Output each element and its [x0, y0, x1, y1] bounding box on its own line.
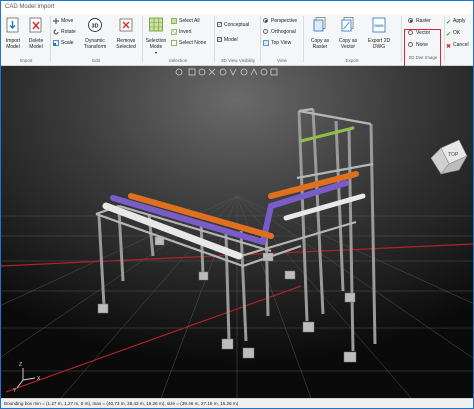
select-all-icon [171, 17, 177, 24]
invert-button[interactable]: Invert [171, 28, 192, 37]
svg-text:DWG: DWG [374, 24, 383, 28]
move-label: Move [61, 18, 74, 24]
orthogonal-label: Orthogonal [271, 29, 296, 35]
separator [444, 16, 445, 62]
remove-selected-button[interactable]: Remove Selected [113, 16, 139, 50]
conceptual-label: Conceptual [224, 22, 250, 28]
separator [142, 16, 143, 62]
perspective-radio-icon [263, 18, 268, 24]
copy-as-raster-label: Copy as Raster [310, 38, 330, 50]
scale-icon [53, 39, 59, 46]
perspective-label: Perspective [271, 18, 298, 24]
model-label: Model [224, 37, 238, 43]
model-checkbox[interactable]: Model [217, 36, 238, 45]
cancel-button[interactable]: ✖ Cancel [446, 41, 469, 50]
delete-model-label: Delete Model [28, 38, 44, 50]
visibility-group-label: 3D View Visibility [220, 58, 256, 63]
view-group-label: View [277, 58, 287, 63]
copy-as-raster-button[interactable]: Copy as Raster [306, 16, 334, 50]
selection-group-label: Selection [168, 58, 188, 63]
status-bar: Bounding box min = (1.27 m, 1.27 m, 0 m)… [1, 398, 473, 408]
raster-radio-icon [408, 18, 413, 24]
remove-icon [119, 18, 133, 32]
3d-scene: TOP X Z Y [1, 66, 473, 398]
cancel-x-icon: ✖ [446, 42, 452, 50]
import-group-label: Import [19, 58, 33, 63]
select-none-button[interactable]: Select None [171, 39, 206, 48]
edit-group-label: Edit [92, 58, 100, 63]
copy-as-vector-label: Copy as Vector [338, 38, 358, 50]
title-bar: CAD Model Import [1, 1, 473, 14]
perspective-radio[interactable]: Perspective [263, 17, 297, 26]
copy-raster-icon [313, 17, 326, 32]
bounding-box-status: Bounding box min = (1.27 m, 1.27 m, 0 m)… [4, 401, 239, 406]
move-icon [53, 17, 59, 24]
rotate-button[interactable]: Rotate [53, 28, 76, 37]
svg-text:3D: 3D [91, 23, 98, 29]
dynamic-transform-label: Dynamic Transform [83, 38, 107, 50]
top-view-button[interactable]: Top View [263, 39, 291, 48]
invert-icon [171, 28, 177, 35]
apply-check-icon: ✔ [446, 18, 452, 26]
select-all-button[interactable]: Select All [171, 17, 200, 26]
3d-transform-icon: 3D [88, 18, 102, 32]
separator [260, 16, 261, 62]
rotate-label: Rotate [61, 29, 76, 35]
invert-label: Invert [179, 29, 192, 35]
raster-radio[interactable]: Raster [408, 17, 431, 26]
conceptual-check-icon [217, 21, 222, 30]
delete-model-button[interactable]: Delete Model [25, 16, 47, 50]
separator [401, 16, 402, 62]
top-view-icon [263, 39, 269, 46]
copy-vector-icon [341, 17, 354, 32]
ribbon-toolbar: Import Model Delete Model Import Move Ro… [1, 14, 473, 74]
view-cube-label: TOP [448, 152, 459, 158]
ok-label: OK [453, 30, 461, 36]
separator [214, 16, 215, 62]
import-model-button[interactable]: Import Model [3, 16, 23, 50]
cad-import-window: CAD Model Import Import Model Delete Mod… [0, 0, 474, 409]
selection-grid-icon [149, 17, 163, 32]
delete-icon [29, 17, 42, 33]
model-check-icon [217, 36, 222, 45]
axis-z-label: Z [19, 362, 22, 368]
import-icon [6, 17, 19, 33]
orthogonal-radio-icon [263, 29, 268, 35]
import-model-label: Import Model [5, 38, 21, 50]
window-title: CAD Model Import [5, 4, 55, 10]
select-none-label: Select None [179, 40, 207, 46]
separator [50, 16, 51, 62]
3d-viewport[interactable]: TOP X Z Y [1, 66, 473, 398]
export-group-label: Export [345, 58, 359, 63]
apply-label: Apply [453, 18, 466, 24]
orthogonal-radio[interactable]: Orthogonal [263, 28, 296, 37]
export-2d-dwg-label: Export 2D DWG [367, 38, 391, 50]
export-2d-dwg-button[interactable]: DWG Export 2D DWG [362, 16, 396, 50]
export-dwg-icon: DWG [372, 17, 386, 33]
cancel-label: Cancel [453, 42, 469, 48]
scale-label: Scale [61, 40, 74, 46]
ok-check-icon: ✔ [446, 30, 452, 38]
selection-mode-label: Selection Mode [145, 38, 167, 50]
dynamic-transform-button[interactable]: 3D Dynamic Transform [81, 16, 109, 50]
raster-label: Raster [416, 18, 431, 24]
apply-button[interactable]: ✔ Apply [446, 17, 466, 26]
rotate-icon [53, 29, 59, 35]
separator [303, 16, 304, 62]
conceptual-checkbox[interactable]: Conceptual [217, 21, 249, 30]
move-button[interactable]: Move [53, 17, 73, 26]
select-none-icon [171, 39, 177, 46]
top-view-label: Top View [271, 40, 292, 46]
scale-button[interactable]: Scale [53, 39, 74, 48]
select-all-label: Select All [179, 18, 200, 24]
remove-selected-label: Remove Selected [116, 38, 136, 50]
copy-as-vector-button[interactable]: Copy as Vector [334, 16, 362, 50]
ok-button[interactable]: ✔ OK [446, 29, 460, 38]
chevron-down-icon: ▾ [154, 50, 157, 55]
selection-mode-button[interactable]: Selection Mode ▾ [144, 16, 168, 56]
